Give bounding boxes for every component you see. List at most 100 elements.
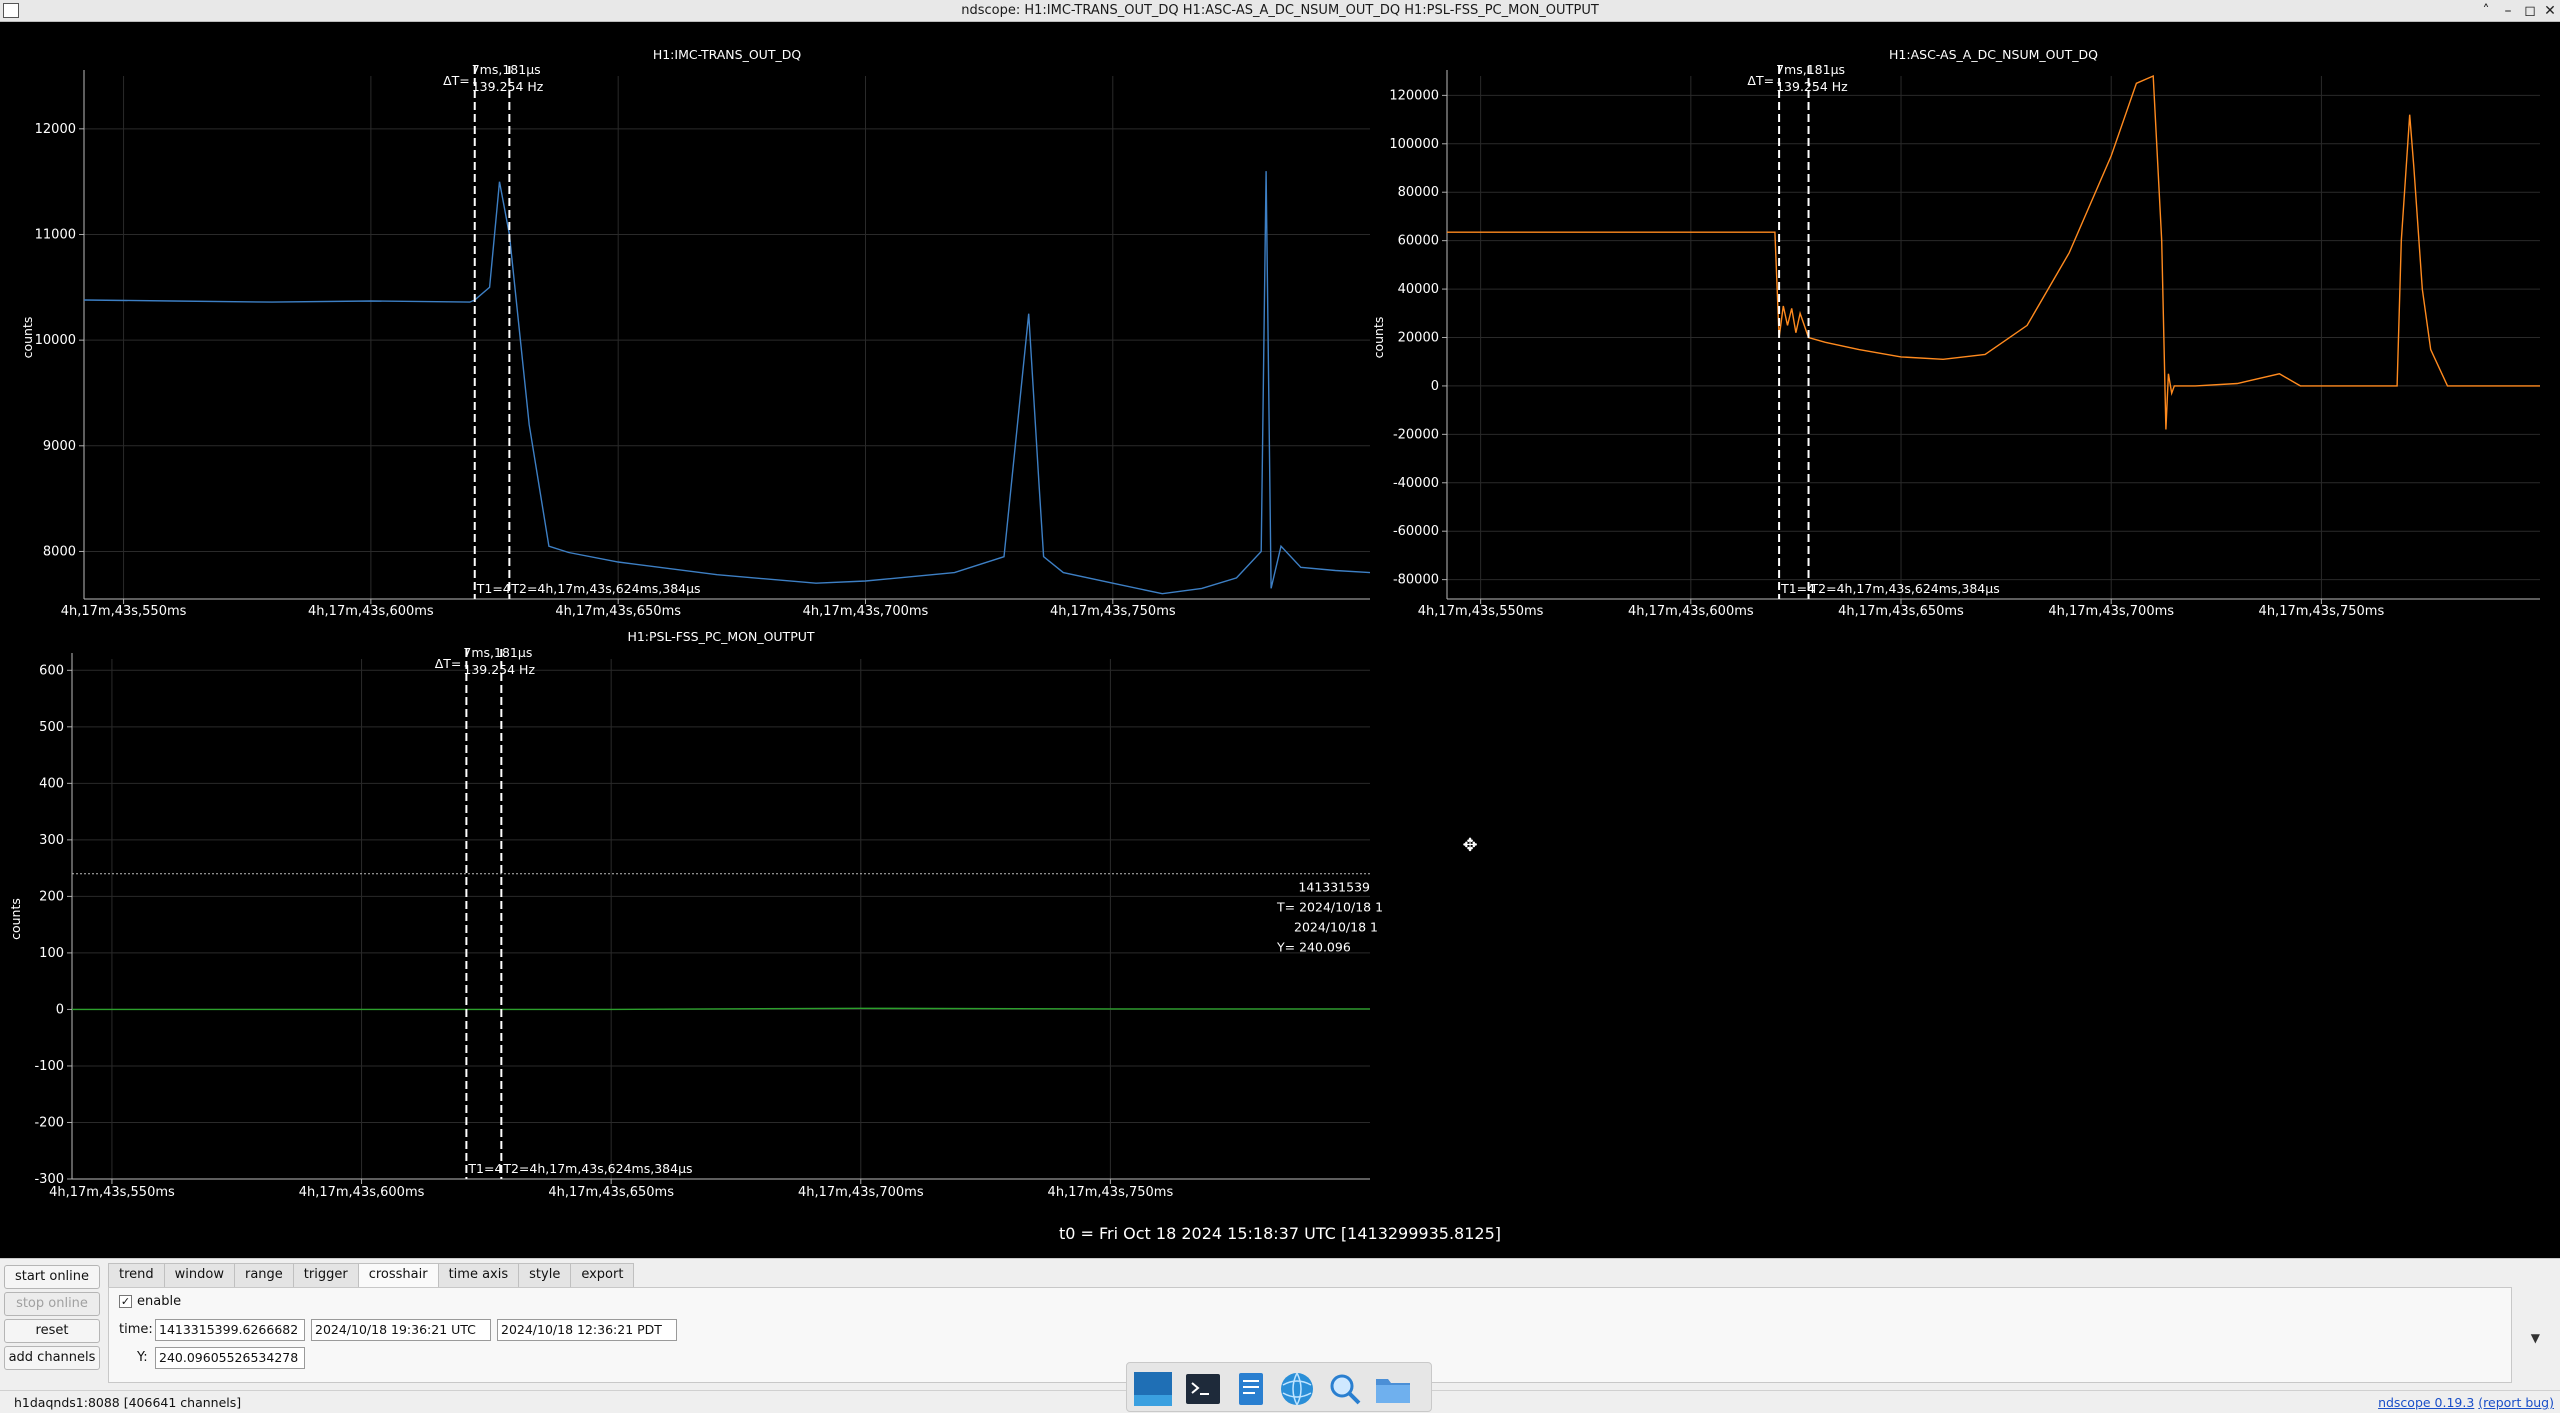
move-cursor-icon: ✥ <box>1462 835 1477 856</box>
x-tick-label: 4h,17m,43s,600ms <box>308 604 434 619</box>
x-tick-label: 4h,17m,43s,700ms <box>803 604 929 619</box>
y-tick-label: -80000 <box>1393 573 1439 588</box>
x-tick-label: 4h,17m,43s,550ms <box>61 604 187 619</box>
y-axis-label: counts <box>1371 317 1386 359</box>
series-line <box>1447 74 2540 430</box>
y-tick-label: 120000 <box>1389 88 1439 103</box>
version-info: ndscope 0.19.3 (report bug) <box>2378 1395 2554 1410</box>
y-tick-label: -40000 <box>1393 476 1439 491</box>
plot-title: H1:ASC-AS_A_DC_NSUM_OUT_DQ <box>1889 47 2098 62</box>
time-gps-field[interactable]: 1413315399.6266682 <box>155 1319 305 1341</box>
y-tick-label: 20000 <box>1398 331 1439 346</box>
x-tick-label: 4h,17m,43s,750ms <box>2259 604 2385 619</box>
plot-area[interactable]: H1:IMC-TRANS_OUT_DQ 12000 11000 10000 9000 80… <box>0 22 2560 1258</box>
desktop-icon[interactable] <box>1133 1371 1173 1407</box>
y-tick-label: 40000 <box>1398 282 1439 297</box>
enable-label: enable <box>137 1294 182 1309</box>
t2-label: T2=4h,17m,43s,624ms,384µs <box>502 1161 692 1176</box>
y-tick-label: -100 <box>34 1059 64 1074</box>
y-axis-label: counts <box>8 898 23 940</box>
start-online-button[interactable]: start online <box>4 1265 100 1289</box>
y-tick-label: 100 <box>39 946 64 961</box>
t2-label: T2=4h,17m,43s,624ms,384µs <box>1810 581 2000 596</box>
tab-time-axis[interactable]: time axis <box>437 1263 520 1287</box>
x-tick-label: 4h,17m,43s,550ms <box>49 1185 175 1200</box>
y-tick-label: 0 <box>1431 379 1439 394</box>
delta-time: 7ms,181µs <box>1776 62 1845 77</box>
y-tick-label: 300 <box>39 833 64 848</box>
x-tick-label: 4h,17m,43s,700ms <box>2048 604 2174 619</box>
y-tick-label: 11000 <box>35 227 76 242</box>
x-tick-label: 4h,17m,43s,750ms <box>1048 1185 1174 1200</box>
x-tick-label: 4h,17m,43s,750ms <box>1050 604 1176 619</box>
delta-time: 7ms,181µs <box>463 645 532 660</box>
delta-t-label: ΔT= <box>1747 73 1774 88</box>
crosshair-y-label: Y= 240.096 <box>1276 940 1351 955</box>
crosshair-time-label: T= 2024/10/18 1 <box>1276 900 1383 915</box>
tab-export[interactable]: export <box>570 1263 635 1287</box>
plots-canvas[interactable]: H1:IMC-TRANS_OUT_DQ120001100010000900080… <box>0 22 2560 1258</box>
y-tick-label: 400 <box>39 776 64 791</box>
t1-label: T1=4 <box>467 1161 502 1176</box>
tab-style[interactable]: style <box>518 1263 572 1287</box>
version-link[interactable]: ndscope 0.19.3 <box>2378 1395 2474 1410</box>
add-channels-button[interactable]: add channels <box>4 1346 100 1370</box>
y-tick-label: -60000 <box>1393 524 1439 539</box>
maximize-icon[interactable]: ◻ <box>2520 1 2540 21</box>
y-label: Y: <box>137 1350 148 1365</box>
y-tick-label: 0 <box>56 1002 64 1017</box>
time-pdt-field[interactable]: 2024/10/18 12:36:21 PDT <box>497 1319 677 1341</box>
y-value-field[interactable]: 240.09605526534278 <box>155 1347 305 1369</box>
x-tick-label: 4h,17m,43s,600ms <box>299 1185 425 1200</box>
close-icon[interactable]: ✕ <box>2540 1 2560 21</box>
taskbar <box>1126 1362 1432 1412</box>
x-tick-label: 4h,17m,43s,550ms <box>1418 604 1544 619</box>
y-tick-label: 80000 <box>1398 185 1439 200</box>
report-bug-link[interactable]: (report bug) <box>2478 1395 2554 1410</box>
time-utc-field[interactable]: 2024/10/18 19:36:21 UTC <box>311 1319 491 1341</box>
y-axis-label: counts <box>20 317 35 359</box>
y-tick-label: -20000 <box>1393 427 1439 442</box>
folder-icon[interactable] <box>1373 1371 1413 1407</box>
tab-crosshair[interactable]: crosshair <box>357 1263 439 1289</box>
delta-freq: 139.254 Hz <box>472 79 544 94</box>
text-editor-icon[interactable] <box>1231 1371 1271 1407</box>
y-tick-label: -200 <box>34 1115 64 1130</box>
settings-tabs: trend window range trigger crosshair tim… <box>108 1263 635 1289</box>
delta-time: 7ms,181µs <box>472 62 541 77</box>
y-tick-label: 10000 <box>35 333 76 348</box>
delta-freq: 139.254 Hz <box>1776 79 1848 94</box>
t2-label: T2=4h,17m,43s,624ms,384µs <box>510 581 700 596</box>
y-tick-label: 100000 <box>1389 137 1439 152</box>
y-tick-label: 8000 <box>43 544 76 559</box>
search-icon[interactable] <box>1325 1371 1365 1407</box>
y-tick-label: 600 <box>39 663 64 678</box>
terminal-icon[interactable] <box>1183 1371 1223 1407</box>
minimize-icon[interactable]: – <box>2498 1 2518 21</box>
x-tick-label: 4h,17m,43s,600ms <box>1628 604 1754 619</box>
chevron-up-icon[interactable]: ˄ <box>2476 1 2496 21</box>
x-tick-label: 4h,17m,43s,650ms <box>555 604 681 619</box>
reset-button[interactable]: reset <box>4 1319 100 1343</box>
series-line <box>72 1007 1370 1011</box>
tab-trigger[interactable]: trigger <box>292 1263 359 1287</box>
crosshair-gps: 141331539 <box>1298 880 1370 895</box>
plot-title: H1:PSL-FSS_PC_MON_OUTPUT <box>627 629 814 644</box>
window-title: ndscope: H1:IMC-TRANS_OUT_DQ H1:ASC-AS_A… <box>961 3 1599 18</box>
y-tick-label: 500 <box>39 720 64 735</box>
enable-checkbox[interactable]: ✓ <box>119 1295 132 1308</box>
triangle-down-icon[interactable]: ▼ <box>2531 1331 2540 1345</box>
tab-trend[interactable]: trend <box>108 1263 165 1287</box>
t0-label: t0 = Fri Oct 18 2024 15:18:37 UTC [14132… <box>1059 1224 1501 1243</box>
browser-icon[interactable] <box>1277 1371 1317 1407</box>
connection-status: h1daqnds1:8088 [406641 channels] <box>14 1395 242 1410</box>
tab-range[interactable]: range <box>233 1263 294 1287</box>
crosshair-time-local: 2024/10/18 1 <box>1294 920 1378 935</box>
y-tick-label: 12000 <box>35 122 76 137</box>
delta-freq: 139.254 Hz <box>463 662 535 677</box>
title-bar: ndscope: H1:IMC-TRANS_OUT_DQ H1:ASC-AS_A… <box>0 0 2560 22</box>
stop-online-button: stop online <box>4 1292 100 1316</box>
y-tick-label: 9000 <box>43 439 76 454</box>
y-tick-label: 200 <box>39 889 64 904</box>
tab-window[interactable]: window <box>163 1263 235 1287</box>
